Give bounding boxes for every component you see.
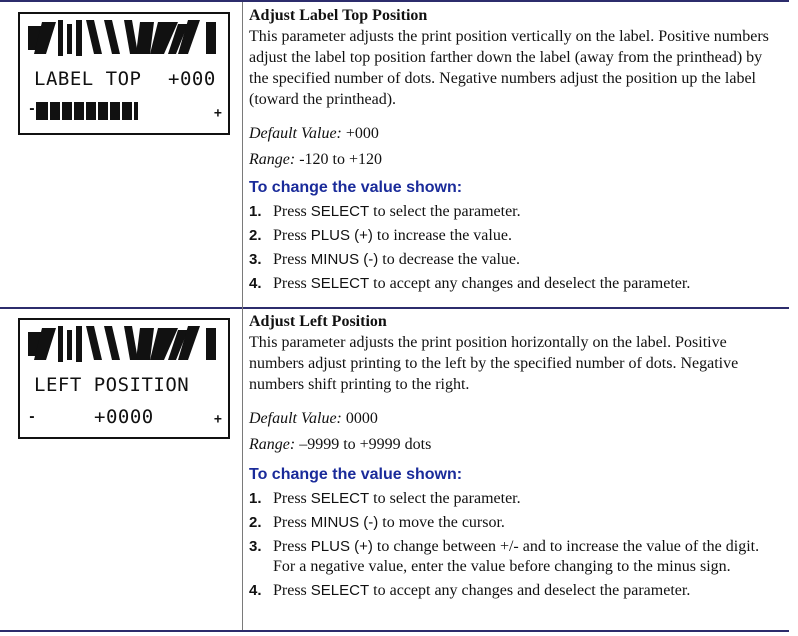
step-key: MINUS (-) (310, 251, 379, 268)
step-item: 2. Press PLUS (+) to increase the value. (249, 226, 784, 246)
lcd-parameter-name: LABEL TOP (34, 68, 142, 90)
default-value-line: Default Value: 0000 (249, 409, 784, 429)
bar-segment-gap (84, 102, 86, 120)
step-text: to accept any changes and deselect the p… (369, 582, 691, 599)
step-text: to accept any changes and deselect the p… (369, 275, 691, 292)
step-text: to decrease the value. (378, 251, 520, 268)
lcd-plus-indicator: + (214, 106, 222, 121)
step-key: SELECT (310, 490, 370, 507)
bar-segment-gap (48, 102, 50, 120)
steps-heading: To change the value shown: (249, 179, 463, 196)
bottom-rule (0, 630, 789, 632)
steps-list: 1. Press SELECT to select the parameter. … (249, 202, 784, 294)
default-value-label: Default Value: (249, 410, 342, 427)
steps-list: 1. Press SELECT to select the parameter. … (249, 489, 784, 601)
steps-heading: To change the value shown: (249, 466, 463, 483)
lcd-display-left-position: LEFT POSITION - +0000 + (18, 318, 230, 439)
step-number: 2. (249, 227, 262, 244)
section-description: This parameter adjusts the print positio… (249, 334, 739, 393)
lcd-display-label-top: LABEL TOP +000 - + (18, 12, 230, 135)
bar-segment-gap (60, 102, 62, 120)
step-item: 3. Press PLUS (+) to change between +/- a… (249, 537, 784, 577)
step-key: SELECT (310, 582, 370, 599)
bar-segment-gap (108, 102, 110, 120)
step-text: Press (273, 582, 311, 599)
step-text: to select the parameter. (369, 490, 521, 507)
lcd-parameter-name: LEFT POSITION (34, 374, 190, 396)
step-item: 2. Press MINUS (-) to move the cursor. (249, 513, 784, 533)
middle-rule (0, 307, 789, 309)
step-number: 4. (249, 582, 262, 599)
step-item: 3. Press MINUS (-) to decrease the value. (249, 250, 784, 270)
bar-segment-gap (96, 102, 98, 120)
step-text: Press (273, 514, 311, 531)
step-number: 1. (249, 203, 262, 220)
step-number: 3. (249, 251, 262, 268)
step-key: SELECT (310, 275, 370, 292)
range-label: Range: (249, 151, 296, 168)
step-key: PLUS (+) (310, 227, 373, 244)
step-text: Press (273, 251, 311, 268)
step-text: to increase the value. (372, 227, 512, 244)
step-item: 1. Press SELECT to select the parameter. (249, 202, 784, 222)
step-text: Press (273, 203, 311, 220)
lcd-plus-indicator: + (214, 412, 222, 427)
step-text: to move the cursor. (378, 514, 505, 531)
step-text: to select the parameter. (369, 203, 521, 220)
section-description: This parameter adjusts the print positio… (249, 28, 769, 108)
step-text: Press (273, 490, 311, 507)
range-value: –9999 to +9999 dots (299, 436, 432, 453)
bar-segment-gap (72, 102, 74, 120)
default-value-line: Default Value: +000 (249, 124, 784, 144)
lcd-minus-indicator: - (28, 102, 36, 117)
zebra-logo-icon (28, 326, 216, 362)
step-number: 1. (249, 490, 262, 507)
column-divider (242, 2, 243, 630)
step-key: PLUS (+) (310, 538, 373, 555)
step-item: 4. Press SELECT to accept any changes and… (249, 581, 784, 601)
default-value-label: Default Value: (249, 125, 342, 142)
section-left-position: Adjust Left Position This parameter adju… (249, 312, 784, 601)
default-value: +000 (345, 125, 379, 142)
step-number: 2. (249, 514, 262, 531)
step-text: Press (273, 227, 311, 244)
zebra-logo-icon (28, 20, 216, 56)
step-item: 4. Press SELECT to accept any changes and… (249, 274, 784, 294)
top-rule (0, 0, 789, 2)
step-text: Press (273, 275, 311, 292)
lcd-parameter-value: +0000 (94, 406, 154, 428)
lcd-minus-indicator: - (28, 410, 36, 425)
section-title: Adjust Label Top Position (249, 7, 428, 24)
bar-segment-gap (132, 102, 134, 120)
parameter-table: LABEL TOP +000 - + Adjust Label Top Posi… (0, 0, 798, 636)
range-label: Range: (249, 436, 296, 453)
lcd-parameter-value: +000 (168, 68, 216, 90)
range-line: Range: –9999 to +9999 dots (249, 435, 784, 455)
step-key: SELECT (310, 203, 370, 220)
step-text: Press (273, 538, 311, 555)
step-number: 3. (249, 538, 262, 555)
step-item: 1. Press SELECT to select the parameter. (249, 489, 784, 509)
lcd-level-bar (36, 102, 138, 120)
step-number: 4. (249, 275, 262, 292)
range-line: Range: -120 to +120 (249, 150, 784, 170)
step-key: MINUS (-) (310, 514, 379, 531)
section-title: Adjust Left Position (249, 313, 387, 330)
default-value: 0000 (345, 410, 378, 427)
section-label-top: Adjust Label Top Position This parameter… (249, 6, 784, 294)
range-value: -120 to +120 (299, 151, 382, 168)
bar-segment-gap (120, 102, 122, 120)
